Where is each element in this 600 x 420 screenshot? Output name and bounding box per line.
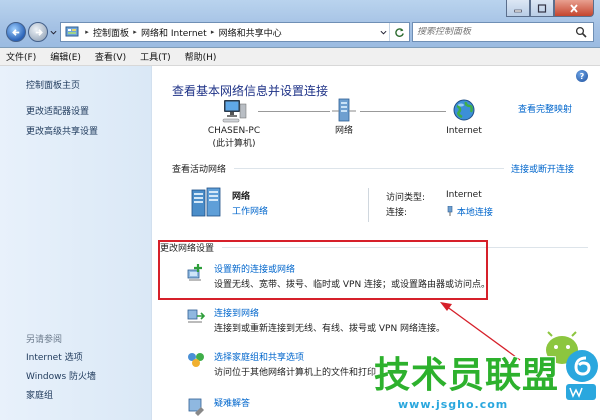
search-icon[interactable] (575, 26, 587, 38)
network-sharing-center-window: ▸ 控制面板 ▸ 网络和 Internet ▸ 网络和共享中心 搜索控制面板 文… (0, 0, 600, 420)
window-controls (506, 0, 594, 17)
link-homegroup[interactable]: 家庭组 (26, 388, 53, 401)
address-history-chevron-icon[interactable] (380, 29, 387, 36)
page-title: 查看基本网络信息并设置连接 (172, 84, 329, 98)
refresh-button[interactable] (389, 23, 409, 41)
control-panel-icon (65, 25, 81, 39)
computer-subtitle: (此计算机) (212, 139, 256, 149)
help-icon[interactable]: ? (576, 70, 588, 82)
maximize-icon (537, 3, 547, 13)
link-change-adapter-settings[interactable]: 更改适配器设置 (26, 104, 89, 117)
network-icon (332, 98, 356, 122)
active-networks-heading: 查看活动网络 (172, 165, 227, 175)
link-change-advanced-sharing[interactable]: 更改高级共享设置 (26, 124, 98, 137)
ethernet-icon (447, 205, 453, 216)
address-bar[interactable]: ▸ 控制面板 ▸ 网络和 Internet ▸ 网络和共享中心 (60, 22, 410, 42)
task-description: 访问位于其他网络计算机上的文件和打印 (214, 368, 377, 378)
internet-globe-icon (453, 99, 475, 121)
active-network-entry: 网络 工作网络 访问类型: Internet 连接: 本地连接 (188, 186, 588, 226)
breadcrumb-control-panel[interactable]: 控制面板 (93, 26, 129, 39)
computer-icon (222, 100, 247, 123)
map-node-computer[interactable]: CHASEN-PC (此计算机) (196, 98, 272, 150)
active-network-name: 网络 (232, 192, 251, 202)
homegroup-icon (188, 353, 204, 367)
title-bar: ▸ 控制面板 ▸ 网络和 Internet ▸ 网络和共享中心 (0, 0, 600, 48)
annotation-highlight-box (158, 240, 488, 300)
task-title[interactable]: 选择家庭组和共享选项 (214, 350, 304, 363)
refresh-icon (395, 27, 404, 37)
access-type-label: 访问类型: (386, 193, 426, 203)
forward-button[interactable] (28, 22, 48, 42)
task-title[interactable]: 连接到网络 (214, 306, 259, 319)
internet-label: Internet (446, 126, 482, 136)
arrow-left-icon (11, 28, 19, 36)
menu-file[interactable]: 文件(F) (6, 50, 36, 63)
maximize-button[interactable] (530, 0, 554, 17)
link-windows-firewall[interactable]: Windows 防火墙 (26, 369, 96, 382)
troubleshoot-icon (188, 398, 204, 416)
breadcrumb-separator[interactable]: ▸ (207, 28, 219, 36)
connection-label: 连接: (386, 208, 408, 218)
arrow-right-icon (35, 28, 43, 36)
search-input[interactable] (417, 27, 575, 37)
search-box[interactable] (412, 22, 594, 42)
menu-help[interactable]: 帮助(H) (185, 50, 217, 63)
menu-view[interactable]: 查看(V) (95, 50, 126, 63)
minimize-button[interactable] (506, 0, 530, 17)
link-control-panel-home[interactable]: 控制面板主页 (26, 78, 80, 91)
section-divider (234, 168, 504, 169)
link-internet-options[interactable]: Internet 选项 (26, 350, 83, 363)
connection-value: 本地连接 (456, 208, 493, 218)
connect-network-icon (187, 309, 206, 323)
work-network-icon (191, 187, 221, 217)
computer-name: CHASEN-PC (207, 126, 261, 136)
breadcrumb-network-internet[interactable]: 网络和 Internet (141, 26, 207, 39)
menu-bar: 文件(F) 编辑(E) 查看(V) 工具(T) 帮助(H) (0, 48, 600, 66)
watermark-url: www.jsgho.com (398, 398, 509, 411)
breadcrumb-separator[interactable]: ▸ (129, 28, 141, 36)
menu-edit[interactable]: 编辑(E) (50, 50, 81, 63)
link-network-type[interactable]: 工作网络 (232, 204, 268, 217)
watermark: 技术员联盟 www.jsgho.com (360, 326, 600, 420)
back-button[interactable] (6, 22, 26, 42)
watermark-brand: 技术员联盟 (374, 355, 560, 396)
network-map: CHASEN-PC (此计算机) 网络 Internet (174, 98, 504, 158)
menu-tools[interactable]: 工具(T) (140, 50, 171, 63)
close-button[interactable] (554, 0, 594, 17)
recent-pages-chevron-icon[interactable] (50, 29, 57, 36)
left-task-pane: 控制面板主页 更改适配器设置 更改高级共享设置 另请参阅 Internet 选项… (0, 66, 152, 420)
link-connect-or-disconnect[interactable]: 连接或断开连接 (511, 162, 574, 175)
access-type-value: Internet (446, 190, 482, 200)
minimize-icon (514, 9, 522, 12)
active-network-divider (368, 188, 369, 222)
task-title[interactable]: 疑难解答 (214, 396, 250, 409)
see-also-heading: 另请参阅 (26, 335, 63, 345)
network-label: 网络 (334, 126, 353, 136)
link-see-full-map[interactable]: 查看完整映射 (518, 102, 572, 115)
breadcrumb-network-sharing-center[interactable]: 网络和共享中心 (219, 26, 282, 39)
map-node-network[interactable]: 网络 (324, 98, 364, 137)
map-node-internet[interactable]: Internet (434, 98, 494, 137)
breadcrumb-separator[interactable]: ▸ (81, 28, 93, 36)
close-icon (570, 3, 578, 13)
link-local-connection[interactable]: 本地连接 (446, 205, 493, 218)
